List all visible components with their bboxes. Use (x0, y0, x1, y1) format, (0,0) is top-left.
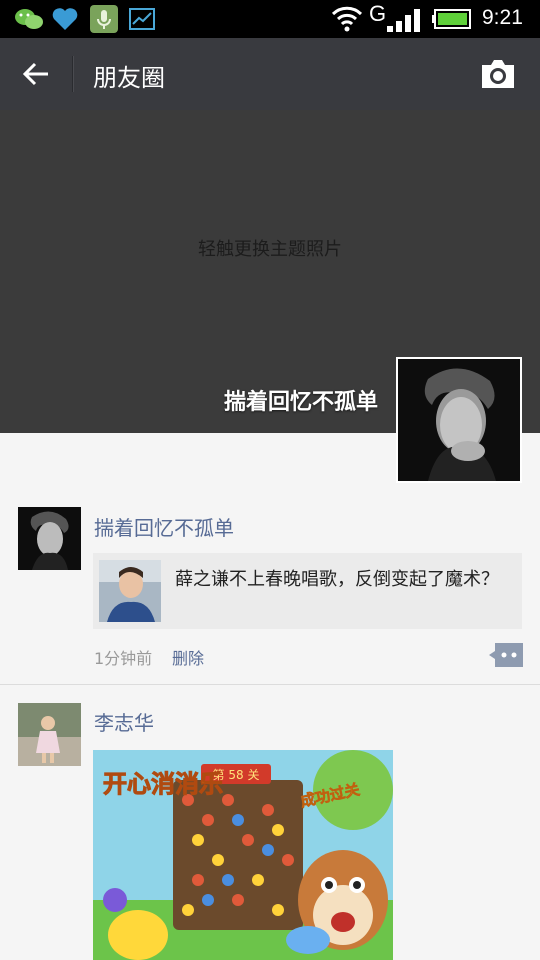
cover-hint: 轻触更换主题照片 (198, 239, 342, 260)
delete-link[interactable]: 删除 (172, 645, 204, 669)
heart-icon (52, 8, 78, 30)
camera-icon (482, 60, 514, 88)
moment-post: 李志华 第 58 关 开心消消乐 成功过关 (0, 685, 540, 960)
moment-post: 揣着回忆不孤单 薛之谦不上春晚唱歌，反倒变起了魔术？ 1分钟前 删除 (0, 500, 540, 684)
battery-icon (432, 9, 471, 29)
comment-icon[interactable] (489, 643, 523, 667)
camera-button[interactable] (478, 56, 518, 92)
voice-app-icon (90, 5, 118, 33)
back-button[interactable] (10, 51, 62, 97)
post-time: 1分钟前 (94, 649, 153, 668)
trend-icon (129, 8, 155, 30)
avatar[interactable] (18, 703, 81, 766)
status-time: 9:21 (482, 6, 523, 29)
title-bar: 朋友圈 (0, 38, 540, 110)
shared-thumbnail (99, 560, 161, 622)
wifi-icon (331, 6, 363, 32)
post-author[interactable]: 李志华 (94, 707, 154, 736)
avatar[interactable] (18, 507, 81, 570)
profile-avatar[interactable] (396, 357, 522, 483)
back-arrow-icon (22, 62, 48, 86)
post-author[interactable]: 揣着回忆不孤单 (94, 512, 234, 541)
game-title-label: 开心消消乐 (103, 770, 223, 798)
post-image[interactable]: 第 58 关 开心消消乐 成功过关 (93, 750, 393, 960)
title-divider (72, 56, 73, 92)
shared-title: 薛之谦不上春晚唱歌，反倒变起了魔术？ (175, 569, 499, 590)
profile-name: 揣着回忆不孤单 (223, 390, 378, 415)
network-type: G (369, 1, 387, 26)
page-title: 朋友圈 (93, 64, 165, 92)
signal-icon (387, 9, 420, 32)
shared-link-card[interactable]: 薛之谦不上春晚唱歌，反倒变起了魔术？ (93, 553, 522, 629)
status-bar: G 9:21 (0, 0, 540, 38)
wechat-icon (15, 9, 43, 29)
